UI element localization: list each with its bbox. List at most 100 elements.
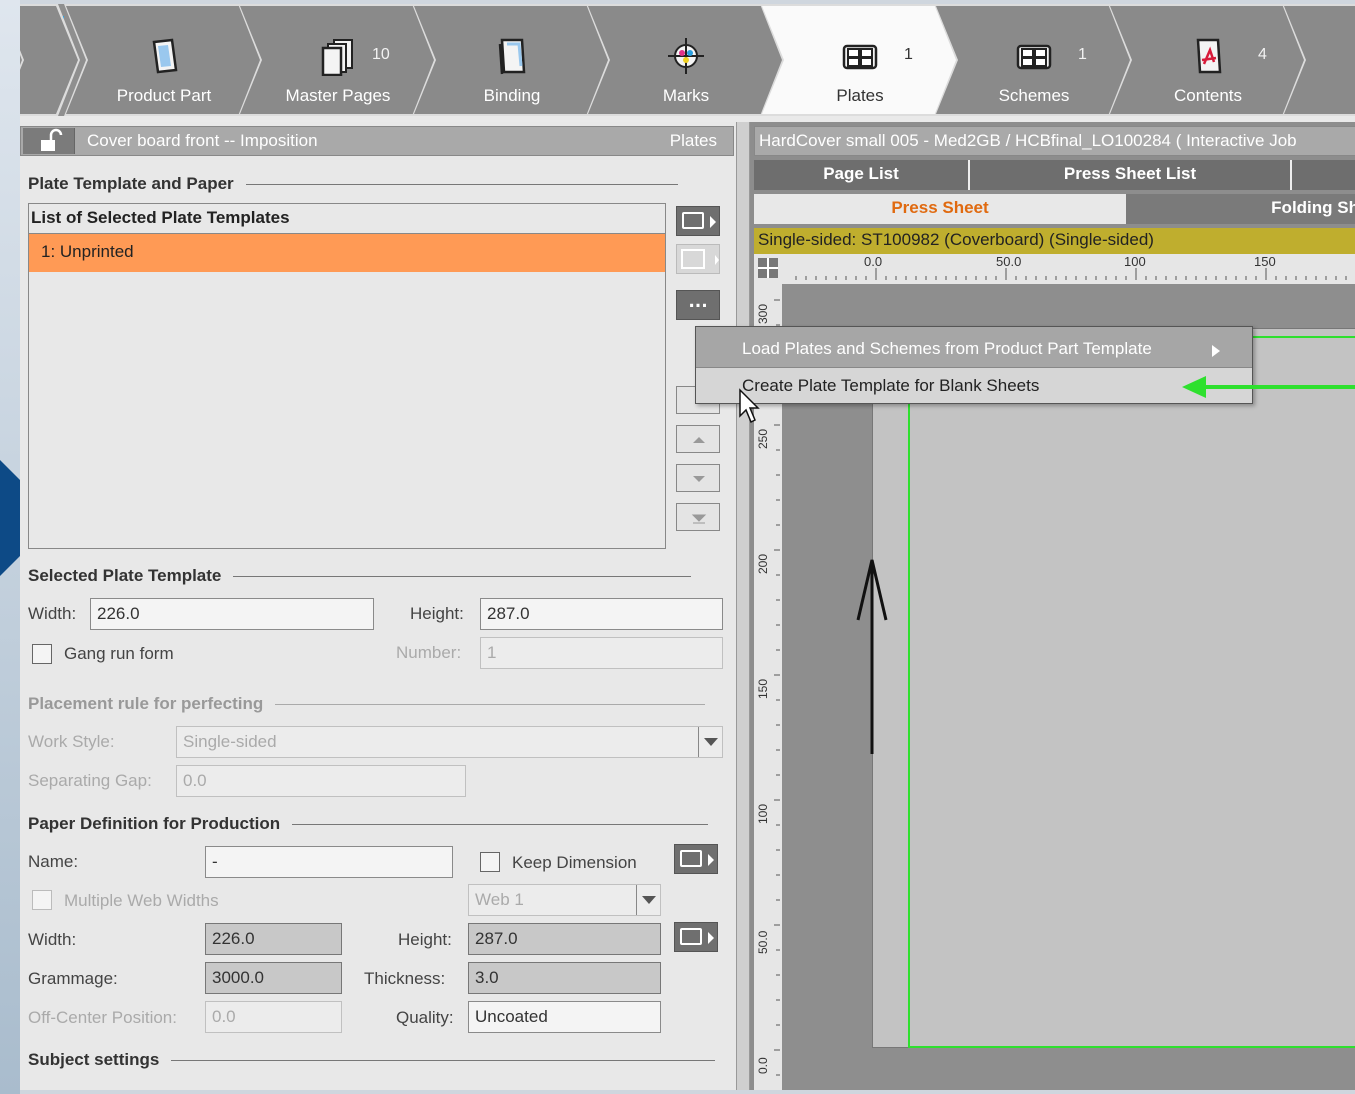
paper-width-field[interactable]: 226.0 bbox=[205, 923, 342, 955]
paper-size-button[interactable] bbox=[674, 922, 718, 952]
tab-more[interactable] bbox=[1292, 160, 1355, 190]
paper-name-field[interactable]: - bbox=[205, 846, 453, 878]
section-plate-paper: Plate Template and Paper bbox=[28, 174, 678, 194]
ruler-v-label: 100 bbox=[756, 803, 770, 824]
gang-run-checkbox[interactable] bbox=[32, 644, 52, 664]
nav-label: Marks bbox=[662, 86, 710, 105]
nav-step-binding[interactable]: Binding bbox=[412, 4, 612, 116]
grammage-field[interactable]: 3000.0 bbox=[205, 962, 342, 994]
ruler-v-label: 0.0 bbox=[756, 1057, 770, 1074]
section-subject-settings: Subject settings bbox=[28, 1050, 716, 1070]
nav-step-marks[interactable]: Marks bbox=[586, 4, 786, 116]
off-center-label: Off-Center Position: bbox=[28, 1008, 177, 1027]
nav-label: Plates bbox=[836, 86, 884, 105]
section-placement: Placement rule for perfecting bbox=[28, 694, 706, 714]
sync-icon bbox=[681, 249, 719, 269]
menu-item-load-plates[interactable]: Load Plates and Schemes from Product Par… bbox=[696, 331, 1252, 367]
product-part-icon bbox=[146, 36, 182, 76]
nav-count: 1 bbox=[904, 46, 913, 63]
tab-page-list[interactable]: Page List bbox=[754, 160, 970, 190]
thickness-field[interactable]: 3.0 bbox=[468, 962, 661, 994]
ruler-v-label: 300 bbox=[756, 303, 770, 324]
gap-field: 0.0 bbox=[176, 765, 466, 797]
contents-pdf-icon bbox=[1190, 36, 1226, 76]
add-template-button[interactable] bbox=[676, 206, 720, 236]
section-paper-definition: Paper Definition for Production bbox=[28, 814, 709, 834]
job-title: HardCover small 005 - Med2GB / HCBfinal_… bbox=[754, 126, 1355, 156]
app-window: Product Part 10 Master Pages Binding Mar… bbox=[20, 4, 1355, 1090]
chevron-down-icon bbox=[693, 476, 705, 482]
ruler-h-label: 0.0 bbox=[864, 254, 883, 269]
nav-step-master-pages[interactable]: 10 Master Pages bbox=[238, 4, 438, 116]
sheet-canvas[interactable] bbox=[782, 284, 1355, 1090]
lock-icon[interactable] bbox=[23, 128, 75, 154]
ruler-h-label: 150 bbox=[1254, 254, 1276, 269]
paper-width-label: Width: bbox=[28, 930, 77, 949]
submenu-arrow-icon bbox=[1212, 345, 1220, 357]
nav-count: 10 bbox=[372, 46, 390, 63]
nav-label: Product Part bbox=[116, 86, 212, 105]
ruler-h-label: 100 bbox=[1124, 254, 1146, 269]
plate-template-list: List of Selected Plate Templates 1: Unpr… bbox=[28, 203, 666, 549]
height-field[interactable]: 287.0 bbox=[480, 598, 723, 630]
tab-press-sheet[interactable]: Press Sheet bbox=[754, 194, 1126, 224]
direction-arrow-icon bbox=[856, 559, 888, 754]
nav-count: 4 bbox=[1258, 46, 1267, 63]
nav-label: Binding bbox=[483, 86, 541, 105]
nav-step-contents[interactable]: 4 Contents bbox=[1108, 4, 1308, 116]
plates-icon bbox=[842, 36, 878, 76]
multiple-web-checkbox bbox=[32, 890, 52, 910]
paper-height-label: Height: bbox=[398, 930, 452, 949]
tab-folding-sheet[interactable]: Folding Sh bbox=[1126, 194, 1355, 224]
marks-icon bbox=[668, 36, 704, 76]
grammage-label: Grammage: bbox=[28, 969, 118, 988]
panel-title: Cover board front -- Imposition bbox=[87, 131, 318, 150]
ruler-v-label: 50.0 bbox=[756, 930, 770, 954]
tab-press-sheet-list[interactable]: Press Sheet List bbox=[970, 160, 1292, 190]
horizontal-ruler: 0.0 50.0 100 150 bbox=[778, 254, 1355, 284]
keep-dimension-checkbox[interactable] bbox=[480, 852, 500, 872]
menu-item-create-blank-template[interactable]: Create Plate Template for Blank Sheets bbox=[696, 367, 1252, 403]
paper-select-button[interactable] bbox=[674, 844, 718, 874]
quality-label: Quality: bbox=[396, 1008, 454, 1027]
keep-dimension-label: Keep Dimension bbox=[512, 853, 637, 872]
off-center-field: 0.0 bbox=[205, 1001, 342, 1033]
height-label: Height: bbox=[410, 604, 464, 623]
list-tabs: Page List Press Sheet List bbox=[754, 160, 1355, 190]
master-pages-icon bbox=[320, 36, 356, 76]
thickness-label: Thickness: bbox=[364, 969, 446, 988]
schemes-icon bbox=[1016, 36, 1052, 76]
move-bottom-icon bbox=[691, 514, 707, 524]
nav-step-product-part[interactable]: Product Part bbox=[64, 4, 264, 116]
width-field[interactable]: 226.0 bbox=[90, 598, 374, 630]
number-label: Number: bbox=[396, 643, 462, 662]
panel-header: Cover board front -- Imposition Plates bbox=[20, 126, 734, 156]
workstyle-select: Single-sided bbox=[176, 726, 723, 758]
nav-label: Schemes bbox=[998, 86, 1070, 105]
move-bottom-button[interactable] bbox=[676, 503, 720, 531]
sync-button[interactable] bbox=[676, 244, 720, 274]
gang-run-label: Gang run form bbox=[64, 644, 174, 663]
list-item[interactable]: 1: Unprinted bbox=[29, 234, 665, 272]
ruler-v-label: 250 bbox=[756, 428, 770, 449]
quality-field[interactable]: Uncoated bbox=[468, 1001, 661, 1033]
ruler-h-label: 50.0 bbox=[996, 254, 1022, 269]
name-label: Name: bbox=[28, 852, 79, 871]
workstyle-label: Work Style: bbox=[28, 732, 115, 751]
nav-count: 1 bbox=[1078, 46, 1087, 63]
splitter[interactable] bbox=[736, 122, 750, 1090]
more-options-button[interactable]: ... bbox=[676, 290, 720, 320]
nav-label: Contents bbox=[1173, 86, 1243, 105]
workflow-nav: Product Part 10 Master Pages Binding Mar… bbox=[20, 4, 1355, 116]
move-down-button[interactable] bbox=[676, 464, 720, 492]
nav-label: Master Pages bbox=[285, 86, 391, 105]
nav-step-schemes[interactable]: 1 Schemes bbox=[934, 4, 1134, 116]
nav-step-plates[interactable]: 1 Plates bbox=[760, 4, 960, 116]
move-up-button[interactable] bbox=[676, 425, 720, 453]
binding-icon bbox=[494, 36, 530, 76]
width-label: Width: bbox=[28, 604, 77, 623]
panel-mode: Plates bbox=[669, 131, 717, 150]
plates-panel: Cover board front -- Imposition Plates P… bbox=[20, 122, 740, 1090]
view-tabs: Press Sheet Folding Sh bbox=[754, 194, 1355, 224]
paper-height-field[interactable]: 287.0 bbox=[468, 923, 661, 955]
